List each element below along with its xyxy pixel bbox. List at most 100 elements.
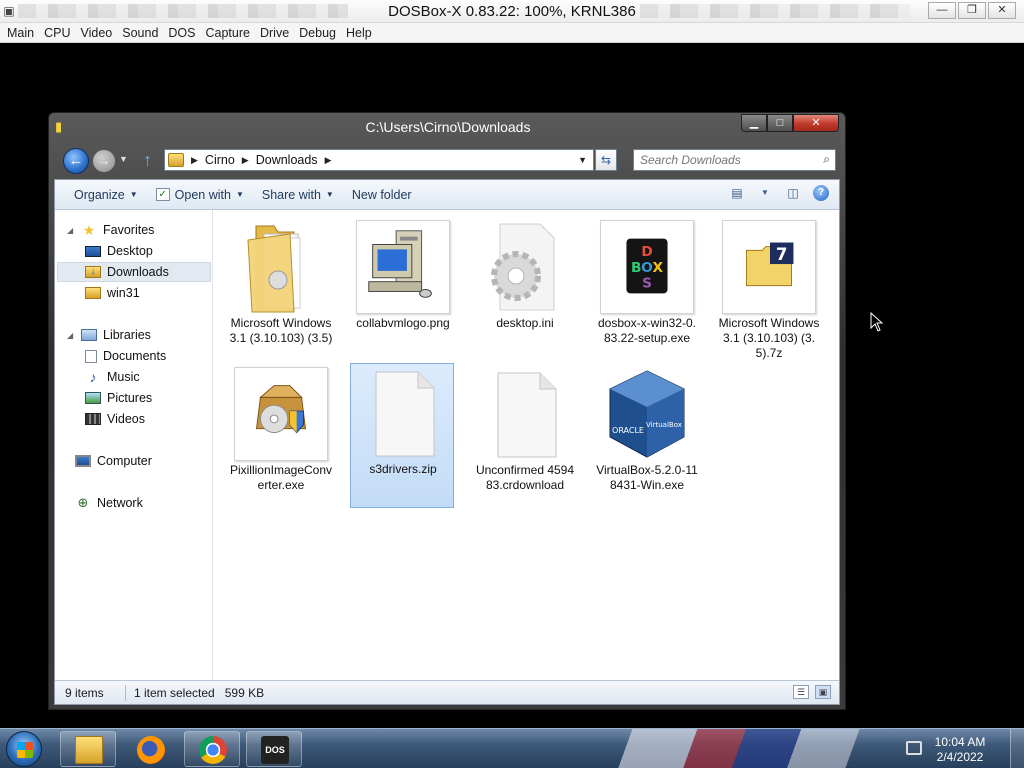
navigation-row: ← → ▼ ↑ ▶ Cirno ▶ Downloads ▶ ▼ ⇆ ⌕ [49,145,845,177]
menu-video[interactable]: Video [76,26,118,40]
explorer-minimize-button[interactable]: ▁ [741,114,767,132]
share-with-label: Share with [261,187,321,202]
explorer-close-button[interactable]: ✕ [793,114,839,132]
file-item-win31-folder[interactable]: Microsoft Windows 3.1 (3.10.103) (3.5) [229,218,333,363]
file-name: dosbox-x-win32-0.83.22-setup.exe [597,316,697,345]
nav-music[interactable]: ♪ Music [85,367,140,387]
nav-libraries[interactable]: ◢ Libraries [67,325,151,345]
nav-pictures[interactable]: Pictures [85,388,152,408]
status-bar: 9 items 1 item selected 599 KB ☰ ▣ [55,680,839,704]
recent-pages-chevron-icon[interactable]: ▼ [119,154,128,164]
menu-drive[interactable]: Drive [255,26,294,40]
folder-icon [85,287,101,299]
organize-label: Organize [74,187,125,202]
host-minimize-button[interactable]: — [928,2,956,19]
file-item-pixillion[interactable]: PixillionImageConverter.exe [229,365,333,510]
menu-sound[interactable]: Sound [117,26,163,40]
file-item-desktop-ini[interactable]: desktop.ini [473,218,577,363]
host-title-bar[interactable]: ▣ DOSBox-X 0.83.22: 100%, KRNL386 — ❐ ✕ [0,0,1024,23]
forward-button[interactable]: → [92,149,116,173]
taskbar-explorer[interactable] [60,731,116,767]
address-dropdown-icon[interactable]: ▼ [578,155,587,165]
refresh-button[interactable]: ⇆ [595,149,617,171]
menu-help[interactable]: Help [341,26,377,40]
file-name: s3drivers.zip [369,462,437,476]
preview-pane-icon[interactable]: ◫ [785,185,801,201]
back-button[interactable]: ← [63,148,89,174]
help-icon[interactable]: ? [813,185,829,201]
share-with-menu[interactable]: Share with ▼ [253,188,343,202]
up-arrow-icon[interactable]: ↑ [143,150,152,171]
pictures-icon [85,392,101,404]
view-options-chevron-icon[interactable]: ▼ [757,185,773,201]
file-item-s3drivers[interactable]: s3drivers.zip [350,363,454,508]
menu-main[interactable]: Main [2,26,39,40]
network-icon: ⊕ [77,495,89,510]
firefox-icon [137,736,165,764]
host-close-button[interactable]: ✕ [988,2,1016,19]
menu-dos[interactable]: DOS [163,26,200,40]
open-with-menu[interactable]: ✓ Open with ▼ [147,188,253,202]
file-item-collabvmlogo[interactable]: collabvmlogo.png [351,218,455,363]
file-name: Microsoft Windows 3.1 (3.10.103) (3.5).7… [718,316,820,360]
nav-videos[interactable]: Videos [85,409,145,429]
search-input[interactable] [634,150,814,170]
chrome-icon [199,736,227,764]
nav-downloads[interactable]: ↓ Downloads [57,262,211,282]
search-icon[interactable]: ⌕ [823,152,830,167]
dosbox-taskbar-icon: DOS BOX [261,736,289,764]
nav-win31[interactable]: win31 [85,283,140,303]
menu-debug[interactable]: Debug [294,26,341,40]
collapse-arrow-icon[interactable]: ◢ [67,226,75,235]
nav-downloads-label: Downloads [107,265,169,279]
command-bar-right: ▤ ▼ ◫ ? [729,185,829,201]
organize-menu[interactable]: Organize ▼ [65,188,147,202]
change-view-icon[interactable]: ▤ [729,185,745,201]
dropdown-arrow-icon: ▼ [235,190,244,199]
network-tray-icon[interactable] [906,741,922,755]
breadcrumb-chevron-icon[interactable]: ▶ [242,155,249,166]
explorer-maximize-button[interactable]: □ [767,114,793,132]
menu-cpu[interactable]: CPU [39,26,75,40]
command-bar: Organize ▼ ✓ Open with ▼ Share with ▼ Ne… [55,180,839,210]
file-item-crdownload[interactable]: Unconfirmed 459483.crdownload [473,365,577,510]
details-view-icon[interactable]: ☰ [793,685,809,699]
address-bar[interactable]: ▶ Cirno ▶ Downloads ▶ ▼ [164,149,594,171]
breadcrumb-chevron-icon[interactable]: ▶ [325,155,332,166]
nav-computer[interactable]: Computer [75,451,152,471]
videos-icon [85,413,101,425]
nav-win31-label: win31 [107,286,140,300]
host-restore-button[interactable]: ❐ [958,2,986,19]
nav-documents[interactable]: Documents [85,346,166,366]
search-box[interactable]: ⌕ [633,149,836,171]
file-item-win31-7z[interactable]: 7 Microsoft Windows 3.1 (3.10.103) (3.5)… [717,218,821,363]
start-button[interactable] [6,731,42,767]
taskbar-firefox[interactable] [122,731,178,767]
file-item-virtualbox[interactable]: ORACLE VirtualBox VirtualBox-5.2.0-11843… [595,365,699,510]
desktop-icon [85,245,101,257]
clock-time[interactable]: 10:04 AM [930,735,990,749]
computer-icon [75,455,91,467]
nav-network[interactable]: ⊕ Network [75,493,143,513]
nav-libraries-label: Libraries [103,328,151,342]
nav-favorites[interactable]: ◢ ★ Favorites [67,220,154,240]
file-item-dosbox-setup[interactable]: D B O X S dosbox-x-win32-0.83.22-setup.e… [595,218,699,363]
breadcrumb-downloads[interactable]: Downloads [256,153,318,167]
new-folder-button[interactable]: New folder [343,188,421,202]
menu-capture[interactable]: Capture [201,26,255,40]
file-name: Microsoft Windows 3.1 (3.10.103) (3.5) [229,316,333,345]
taskbar-chrome[interactable] [184,731,240,767]
taskbar-dosbox[interactable]: DOS BOX [246,731,302,767]
file-name: Unconfirmed 459483.crdownload [475,463,575,492]
windows-logo-icon [17,742,33,758]
collapse-arrow-icon[interactable]: ◢ [67,331,75,340]
clock-date[interactable]: 2/4/2022 [930,750,990,764]
open-with-label: Open with [174,187,231,202]
breadcrumb-cirno[interactable]: Cirno [205,153,235,167]
large-icons-view-icon[interactable]: ▣ [815,685,831,699]
nav-desktop[interactable]: Desktop [85,241,153,261]
system-tray: 10:04 AM 2/4/2022 [906,729,1024,768]
explorer-content: Organize ▼ ✓ Open with ▼ Share with ▼ Ne… [54,179,840,705]
show-desktop-button[interactable] [1010,729,1024,768]
breadcrumb-chevron-icon[interactable]: ▶ [191,155,198,166]
